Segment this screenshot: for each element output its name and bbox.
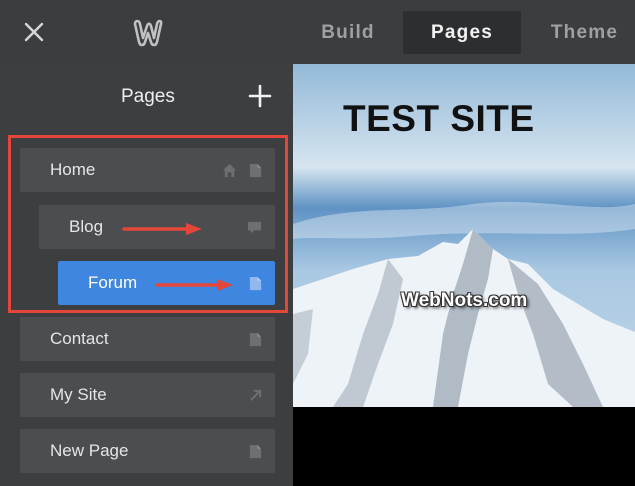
page-label: New Page bbox=[50, 441, 129, 460]
tab-theme[interactable]: Theme bbox=[534, 11, 635, 54]
tab-pages[interactable]: Pages bbox=[403, 11, 521, 54]
sidebar-title: Pages bbox=[121, 86, 175, 107]
page-label: My Site bbox=[50, 385, 107, 404]
site-title: TEST SITE bbox=[343, 98, 535, 139]
close-icon[interactable] bbox=[22, 20, 46, 44]
page-icon bbox=[248, 444, 263, 459]
page-item-contact[interactable]: Contact bbox=[20, 317, 275, 361]
plus-icon[interactable] bbox=[248, 84, 272, 108]
site-preview[interactable]: TEST SITE WebNots.com bbox=[293, 64, 635, 407]
annotation-arrow bbox=[122, 223, 202, 235]
external-link-icon bbox=[248, 388, 263, 403]
page-item-my-site[interactable]: My Site bbox=[20, 373, 275, 417]
page-label: Contact bbox=[50, 329, 109, 348]
weebly-logo-icon[interactable] bbox=[131, 18, 165, 48]
annotation-arrow bbox=[155, 279, 233, 291]
top-bar: Build Pages Theme bbox=[0, 0, 635, 64]
page-item-new-page[interactable]: New Page bbox=[20, 429, 275, 473]
tab-build[interactable]: Build bbox=[296, 11, 400, 54]
watermark-text: WebNots.com bbox=[401, 290, 528, 311]
preview-bottom bbox=[293, 407, 635, 486]
page-icon bbox=[248, 332, 263, 347]
